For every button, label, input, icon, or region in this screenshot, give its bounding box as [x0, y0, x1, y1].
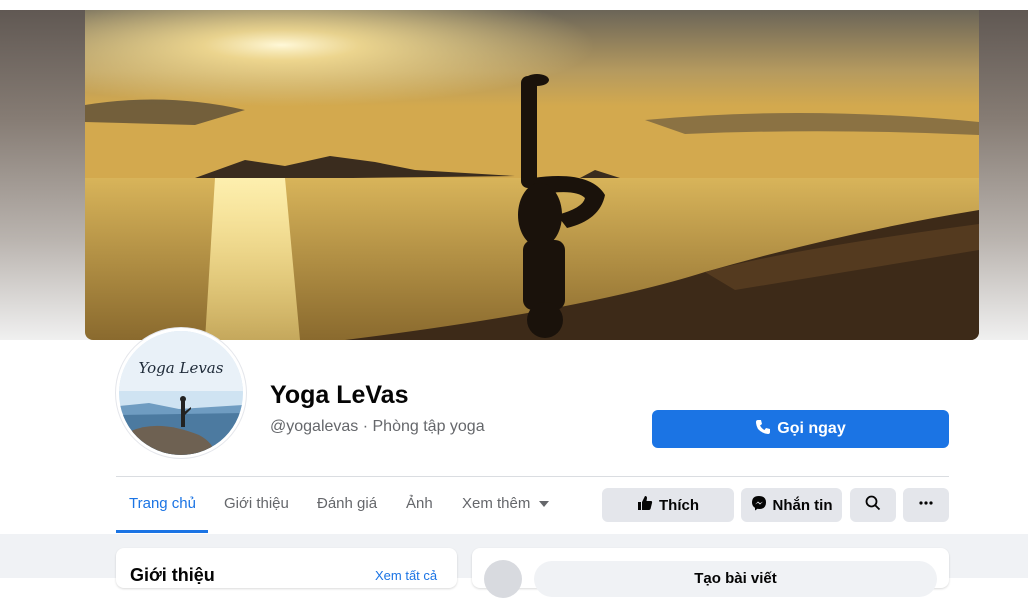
message-label: Nhắn tin	[772, 496, 833, 514]
create-post-button[interactable]: Tạo bài viết	[534, 561, 937, 597]
call-now-label: Gọi ngay	[777, 420, 846, 437]
like-label: Thích	[659, 496, 699, 514]
call-now-button[interactable]: Gọi ngay	[652, 410, 949, 448]
tab-about[interactable]: Giới thiệu	[224, 495, 289, 512]
tab-see-more[interactable]: Xem thêm	[462, 495, 549, 512]
header-divider	[116, 476, 949, 477]
search-button[interactable]	[850, 488, 896, 522]
profile-avatar[interactable]: Yoga Levas	[116, 328, 246, 458]
phone-icon	[755, 419, 771, 440]
search-icon	[865, 495, 881, 515]
more-options-button[interactable]	[903, 488, 949, 522]
composer-avatar[interactable]	[484, 560, 522, 598]
thumbs-up-icon	[637, 495, 653, 515]
message-button[interactable]: Nhắn tin	[741, 488, 842, 522]
tab-reviews[interactable]: Đánh giá	[317, 495, 377, 512]
page-username-category: @yogalevas · Phòng tập yoga	[270, 418, 485, 435]
caret-down-icon	[538, 501, 549, 508]
intro-heading: Giới thiệu	[130, 565, 215, 585]
tab-home[interactable]: Trang chủ	[129, 495, 196, 512]
like-button[interactable]: Thích	[602, 488, 734, 522]
tab-photos[interactable]: Ảnh	[406, 495, 433, 512]
see-all-link[interactable]: Xem tất cả	[375, 568, 437, 583]
messenger-icon	[751, 495, 767, 515]
more-dots-icon	[918, 495, 934, 515]
page-title: Yoga LeVas	[270, 381, 409, 409]
cover-photo[interactable]	[85, 10, 979, 340]
top-bar-strip	[0, 0, 1028, 10]
avatar-logo-text: Yoga Levas	[138, 359, 224, 377]
active-tab-indicator	[116, 530, 208, 533]
tab-see-more-label: Xem thêm	[462, 495, 531, 512]
